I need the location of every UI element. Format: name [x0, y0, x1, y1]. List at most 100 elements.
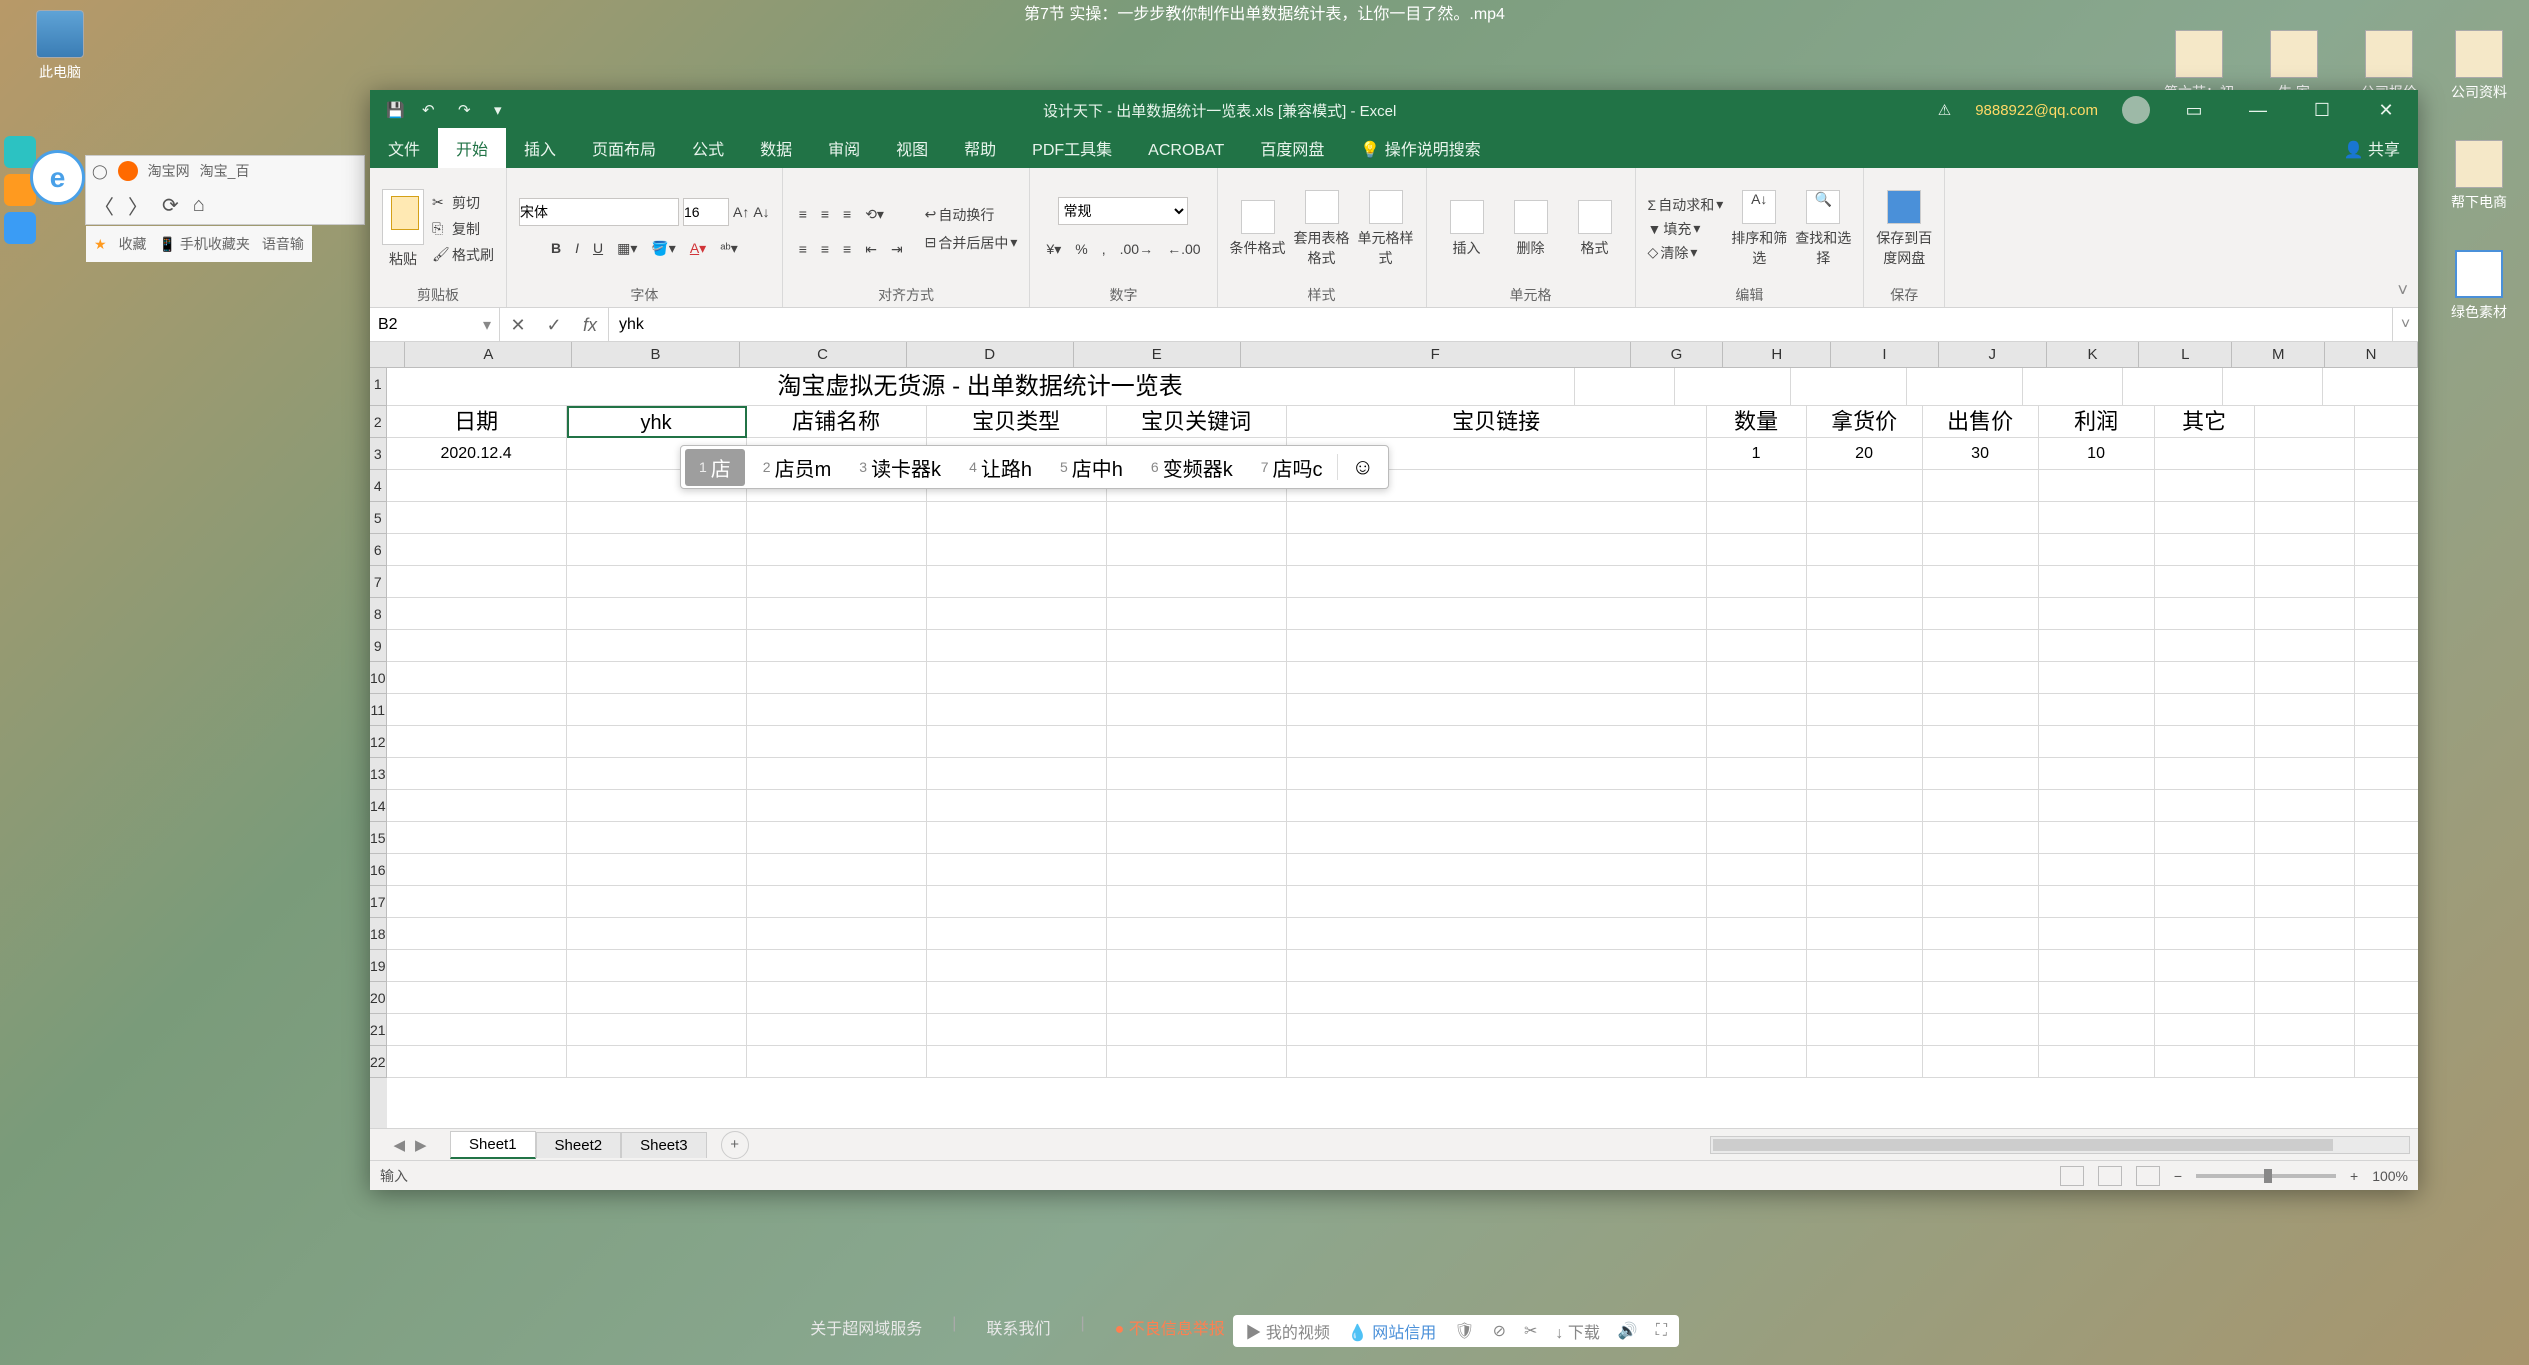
cell[interactable]	[2039, 854, 2155, 886]
cell[interactable]	[2039, 790, 2155, 822]
cell[interactable]	[567, 918, 747, 950]
zoom-level[interactable]: 100%	[2372, 1168, 2408, 1184]
cell[interactable]	[1707, 822, 1807, 854]
zoom-out-icon[interactable]: −	[2174, 1168, 2182, 1184]
cell[interactable]	[567, 758, 747, 790]
minimize-icon[interactable]: —	[2238, 100, 2278, 121]
cell[interactable]	[387, 822, 567, 854]
cell[interactable]	[1807, 598, 1923, 630]
font-size-input[interactable]	[683, 198, 729, 226]
col-header[interactable]: K	[2047, 342, 2140, 367]
cell[interactable]	[2355, 950, 2418, 982]
row-header[interactable]: 5	[370, 502, 387, 534]
tab-data[interactable]: 数据	[742, 128, 810, 168]
font-color-button[interactable]: A▾	[686, 238, 710, 259]
cell[interactable]	[747, 758, 927, 790]
cell[interactable]	[927, 1046, 1107, 1078]
redo-icon[interactable]: ↷	[458, 101, 476, 119]
tray-item[interactable]: ▶ 我的视频	[1245, 1319, 1329, 1343]
row-header[interactable]: 10	[370, 662, 387, 694]
row-header[interactable]: 2	[370, 406, 387, 438]
row-header[interactable]: 21	[370, 1014, 387, 1046]
cell[interactable]	[1287, 950, 1707, 982]
cell[interactable]	[1107, 918, 1287, 950]
cell[interactable]	[2355, 886, 2418, 918]
cell[interactable]	[927, 534, 1107, 566]
ribbon-options-icon[interactable]: ▭	[2174, 100, 2214, 121]
cell[interactable]	[1707, 1014, 1807, 1046]
cell[interactable]	[1707, 950, 1807, 982]
active-cell[interactable]	[567, 406, 747, 438]
cell[interactable]	[1923, 694, 2039, 726]
cell[interactable]	[1107, 630, 1287, 662]
cell[interactable]	[1807, 854, 1923, 886]
fx-icon[interactable]: fx	[572, 308, 608, 342]
tray-shield-icon[interactable]: 🛡	[1454, 1321, 1474, 1341]
cell[interactable]	[747, 598, 927, 630]
cell[interactable]	[1923, 886, 2039, 918]
cell[interactable]	[1107, 502, 1287, 534]
cell[interactable]: 宝贝关键词	[1107, 406, 1287, 438]
copy-button[interactable]: ⎘复制	[432, 219, 494, 239]
tab-file[interactable]: 文件	[370, 128, 438, 168]
cell[interactable]	[1707, 694, 1807, 726]
cell[interactable]	[1707, 630, 1807, 662]
save-to-baidu-button[interactable]: 保存到百度网盘	[1876, 190, 1932, 268]
cell[interactable]: 宝贝类型	[927, 406, 1107, 438]
cell[interactable]	[2155, 854, 2255, 886]
cell[interactable]	[2039, 598, 2155, 630]
cell[interactable]: 10	[2039, 438, 2155, 470]
cell[interactable]	[2355, 918, 2418, 950]
font-name-input[interactable]	[519, 198, 679, 226]
border-button[interactable]: ▦▾	[613, 238, 641, 259]
align-middle-icon[interactable]: ≡	[817, 204, 833, 225]
tab-pdf[interactable]: PDF工具集	[1014, 128, 1130, 168]
normal-view-icon[interactable]	[2060, 1166, 2084, 1186]
cell[interactable]	[2355, 790, 2418, 822]
cell[interactable]	[1923, 598, 2039, 630]
name-box[interactable]: B2▾	[370, 308, 500, 341]
cell[interactable]	[747, 1014, 927, 1046]
cell[interactable]	[2039, 950, 2155, 982]
browser-tab[interactable]: 淘宝网	[148, 161, 190, 181]
ime-candidate[interactable]: 3读卡器k	[845, 453, 955, 482]
cell[interactable]	[1107, 950, 1287, 982]
cell[interactable]	[2355, 1014, 2418, 1046]
share-button[interactable]: 👤 共享	[2326, 128, 2418, 168]
tell-me-search[interactable]: 💡 操作说明搜索	[1342, 128, 1498, 168]
format-cells-button[interactable]: 格式	[1567, 200, 1623, 258]
desktop-icon-this-pc[interactable]: 此电脑	[20, 10, 100, 82]
col-header[interactable]: D	[907, 342, 1074, 367]
tab-baidu[interactable]: 百度网盘	[1242, 128, 1342, 168]
cell[interactable]	[2255, 1014, 2355, 1046]
cell[interactable]	[1107, 790, 1287, 822]
cell[interactable]	[2255, 694, 2355, 726]
tab-acrobat[interactable]: ACROBAT	[1130, 134, 1242, 168]
cell[interactable]	[1923, 470, 2039, 502]
cell[interactable]	[1107, 1046, 1287, 1078]
tab-insert[interactable]: 插入	[506, 128, 574, 168]
page-break-view-icon[interactable]	[2136, 1166, 2160, 1186]
row-header[interactable]: 12	[370, 726, 387, 758]
cell[interactable]	[1107, 534, 1287, 566]
cell[interactable]	[927, 982, 1107, 1014]
cell[interactable]	[1287, 822, 1707, 854]
cell[interactable]	[927, 886, 1107, 918]
increase-font-icon[interactable]: A↑	[733, 204, 749, 220]
cell[interactable]	[1287, 534, 1707, 566]
cell[interactable]	[2039, 918, 2155, 950]
cell[interactable]	[1107, 758, 1287, 790]
sheet-tab[interactable]: Sheet3	[621, 1132, 707, 1158]
cell[interactable]	[387, 1014, 567, 1046]
tab-nav-right-icon[interactable]: ▶	[415, 1136, 427, 1154]
cell[interactable]	[1807, 758, 1923, 790]
cell[interactable]	[1923, 950, 2039, 982]
number-format-select[interactable]: 常规	[1058, 197, 1188, 225]
cell[interactable]	[1287, 662, 1707, 694]
cell[interactable]	[387, 1046, 567, 1078]
undo-icon[interactable]: ↶	[422, 101, 440, 119]
cell[interactable]	[1707, 502, 1807, 534]
cell[interactable]	[2039, 1014, 2155, 1046]
cell[interactable]	[927, 630, 1107, 662]
cell[interactable]	[2039, 566, 2155, 598]
